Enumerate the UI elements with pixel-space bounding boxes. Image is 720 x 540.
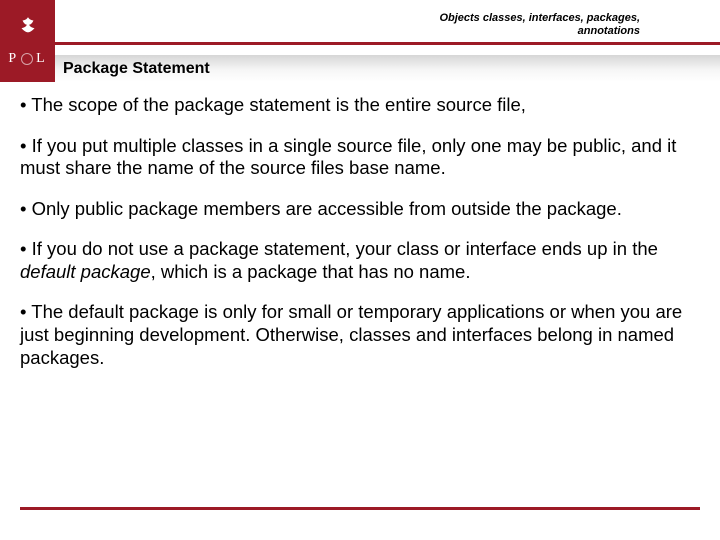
bullet-4-pre: • If you do not use a package statement,… <box>20 238 658 259</box>
title-bar: Package Statement <box>55 55 720 82</box>
breadcrumb-line2: annotations <box>439 25 640 38</box>
header-divider <box>55 42 720 45</box>
footer-divider <box>20 507 700 510</box>
bullet-5: • The default package is only for small … <box>20 301 700 369</box>
bullet-1: • The scope of the package statement is … <box>20 94 700 117</box>
bullet-2: • If you put multiple classes in a singl… <box>20 135 700 180</box>
breadcrumb: Objects classes, interfaces, packages, a… <box>439 12 640 37</box>
university-logo: P L <box>0 0 55 82</box>
slide-header: P L Objects classes, interfaces, package… <box>0 0 720 82</box>
logo-letter-l: L <box>36 51 47 67</box>
bullet-4-post: , which is a package that has no name. <box>151 261 471 282</box>
bullet-4-italic: default package <box>20 261 151 282</box>
bullet-4: • If you do not use a package statement,… <box>20 238 700 283</box>
bullet-3: • Only public package members are access… <box>20 198 700 221</box>
logo-letters: P L <box>8 51 46 67</box>
page-title: Package Statement <box>63 60 210 78</box>
eagle-icon <box>15 15 41 41</box>
logo-letter-p: P <box>8 51 18 67</box>
slide-body: • The scope of the package statement is … <box>0 82 720 369</box>
breadcrumb-line1: Objects classes, interfaces, packages, <box>439 12 640 25</box>
gear-icon <box>21 53 33 65</box>
